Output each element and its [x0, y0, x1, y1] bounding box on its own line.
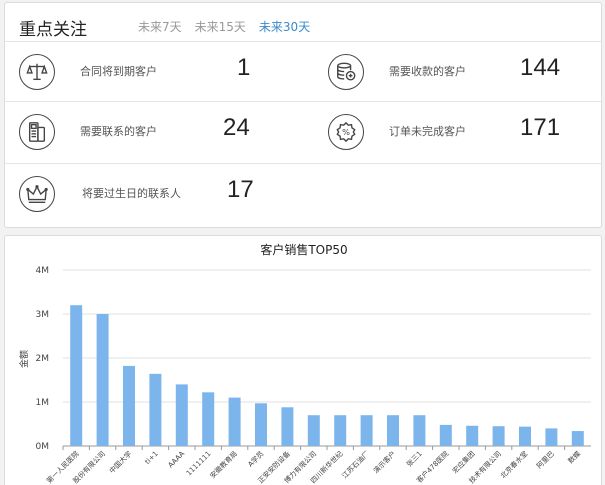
bar — [545, 428, 558, 446]
x-tick-label: 江苏石油厂 — [340, 449, 371, 480]
range-tab-30-days[interactable]: 未来30天 — [259, 18, 310, 35]
x-tick-label: 北京春水堂 — [498, 449, 529, 480]
stat-label: 合同将到期客户 — [80, 65, 157, 78]
x-tick-label: A学员 — [246, 449, 266, 469]
bar — [439, 424, 452, 446]
stat-value: 144 — [520, 54, 561, 81]
bar — [307, 415, 320, 446]
bar — [255, 403, 267, 446]
range-tab-7-days[interactable]: 未来7天 — [138, 18, 182, 35]
bar — [413, 415, 426, 446]
crown-icon — [19, 176, 55, 212]
stat-to-contact[interactable]: 需要联系的客户 24 — [5, 102, 304, 162]
stat-value: 171 — [520, 114, 561, 141]
range-tabs: 未来7天 未来15天 未来30天 — [138, 18, 310, 35]
bar — [281, 407, 294, 446]
stat-row: 将要过生日的联系人 17 — [5, 163, 601, 223]
stat-unfinished-orders[interactable]: % 订单未完成客户 171 — [314, 102, 605, 162]
percent-badge-icon: % — [328, 114, 364, 150]
x-tick-label: ti+1 — [144, 450, 160, 466]
bar — [360, 415, 373, 446]
phone-icon — [19, 114, 55, 150]
bar — [571, 431, 584, 446]
panel-title: 重点关注 — [19, 20, 87, 40]
range-tab-15-days[interactable]: 未来15天 — [195, 18, 246, 35]
x-tick-label: 阿里巴 — [535, 449, 556, 470]
coins-icon — [328, 54, 364, 90]
y-tick-label: 0M — [36, 442, 50, 452]
sales-bar-chart: 客户销售TOP50 金额 0M1M2M3M4M第一人民医院股份有限公司 中国大学 t… — [18, 242, 591, 485]
svg-text:%: % — [342, 127, 350, 137]
y-axis-label: 金额 — [18, 350, 30, 368]
bar — [228, 397, 241, 446]
chart-title: 客户销售TOP50 — [260, 242, 347, 257]
scale-icon — [19, 54, 55, 90]
y-tick-label: 4M — [36, 266, 50, 276]
stat-label: 需要联系的客户 — [80, 125, 157, 138]
bar — [492, 426, 505, 446]
bar — [202, 392, 215, 446]
y-tick-label: 3M — [36, 310, 50, 320]
x-tick-label: 安徽教育局 — [208, 449, 239, 480]
bar — [70, 305, 83, 446]
bar — [466, 425, 479, 446]
bar — [123, 365, 135, 446]
stat-payment-due[interactable]: 需要收款的客户 144 — [314, 42, 605, 102]
stat-value: 24 — [223, 114, 250, 141]
sales-chart-panel: 客户销售TOP50 金额 0M 1M 2M 3M 4M 第一人民医院 股份有限公司 中国大学 t… — [4, 235, 602, 485]
stat-row: 合同将到期客户 1 需要收款的客户 144 — [5, 41, 601, 101]
bar — [96, 314, 109, 446]
x-tick-label: 中国大学 — [107, 449, 133, 475]
bar — [334, 415, 347, 446]
stat-birthdays[interactable]: 将要过生日的联系人 17 — [5, 164, 304, 224]
bar — [175, 384, 188, 446]
x-tick-label: 张三1 — [404, 449, 423, 468]
stat-value: 1 — [237, 54, 251, 81]
x-tick-label: AAAA — [167, 450, 187, 470]
stat-value: 17 — [227, 176, 254, 203]
stat-label: 需要收款的客户 — [389, 65, 466, 78]
bar — [519, 426, 531, 446]
x-tick-label: 演示客户 — [371, 449, 397, 475]
bar — [387, 415, 399, 446]
x-tick-label: 数蝶 — [566, 449, 582, 465]
stat-label: 订单未完成客户 — [389, 125, 466, 138]
bar — [149, 373, 162, 446]
focus-panel: 重点关注 未来7天 未来15天 未来30天 合同将到期客户 1 需要收款的客户 … — [4, 2, 602, 228]
stat-expiring-contracts[interactable]: 合同将到期客户 1 — [5, 42, 304, 102]
stat-row: 需要联系的客户 24 % 订单未完成客户 171 — [5, 101, 601, 161]
y-tick-label: 2M — [36, 354, 50, 364]
stat-label: 将要过生日的联系人 — [82, 187, 181, 200]
y-tick-label: 1M — [36, 398, 50, 408]
x-tick-label: 宏应集团 — [450, 449, 476, 475]
